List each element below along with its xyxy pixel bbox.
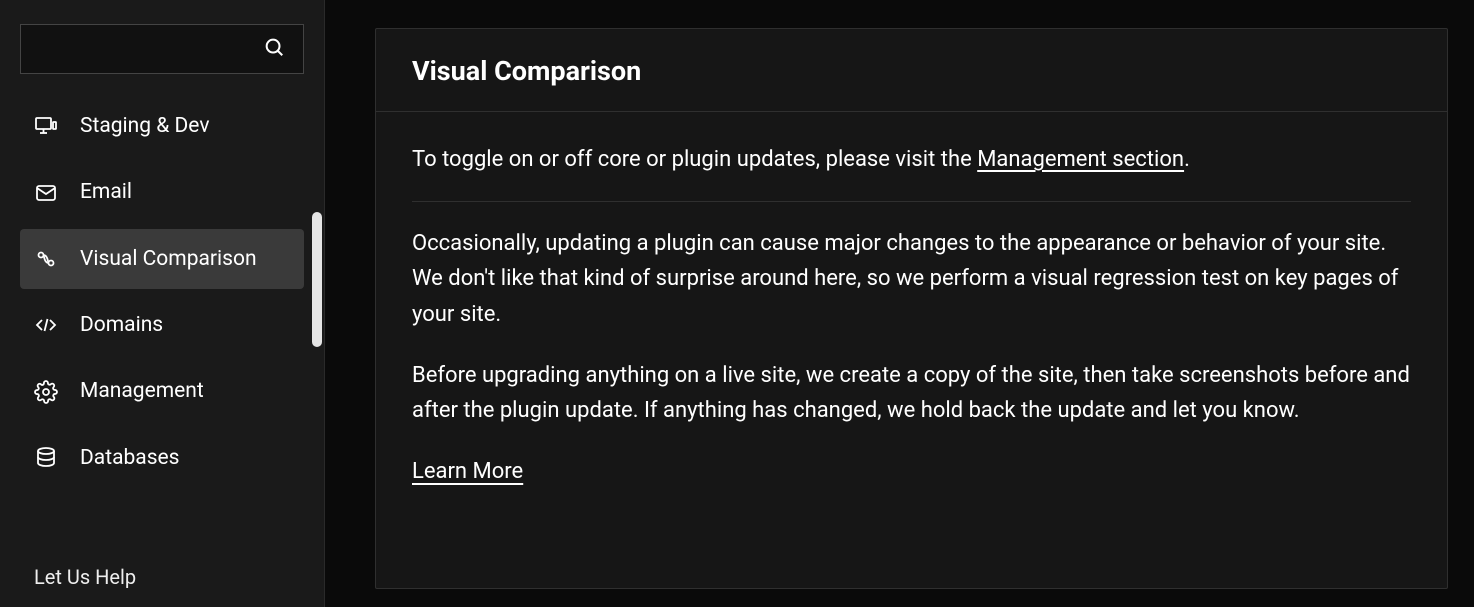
scrollbar-thumb[interactable] xyxy=(312,212,322,347)
page-title: Visual Comparison xyxy=(412,55,1411,87)
sidebar-item-visual-comparison[interactable]: Visual Comparison xyxy=(20,229,304,289)
sidebar-item-label: Management xyxy=(80,377,204,405)
sidebar-nav: Staging & Dev Email Visual Compariso xyxy=(20,96,304,488)
sidebar-item-staging-dev[interactable]: Staging & Dev xyxy=(20,96,304,156)
sidebar-item-label: Domains xyxy=(80,311,163,339)
main-content: Visual Comparison To toggle on or off co… xyxy=(325,0,1474,607)
mail-icon xyxy=(34,181,58,205)
footer-label: Let Us Help xyxy=(34,565,136,589)
intro-prefix: To toggle on or off core or plugin updat… xyxy=(412,147,977,172)
card-header: Visual Comparison xyxy=(376,29,1447,112)
sidebar-item-label: Visual Comparison xyxy=(80,245,257,273)
sidebar-item-email[interactable]: Email xyxy=(20,162,304,222)
monitor-icon xyxy=(34,114,58,138)
sidebar-item-management[interactable]: Management xyxy=(20,361,304,421)
sidebar-item-databases[interactable]: Databases xyxy=(20,428,304,488)
intro-text: To toggle on or off core or plugin updat… xyxy=(412,142,1411,202)
paragraph-1: Occasionally, updating a plugin can caus… xyxy=(412,226,1411,332)
management-section-link[interactable]: Management section xyxy=(977,147,1184,172)
compare-icon xyxy=(34,247,58,271)
search-input[interactable] xyxy=(20,24,304,74)
sidebar: Staging & Dev Email Visual Compariso xyxy=(0,0,325,607)
sidebar-footer-let-us-help[interactable]: Let Us Help xyxy=(20,565,304,607)
sidebar-item-domains[interactable]: Domains xyxy=(20,295,304,355)
gear-icon xyxy=(34,380,58,404)
paragraph-2: Before upgrading anything on a live site… xyxy=(412,358,1411,428)
intro-suffix: . xyxy=(1184,147,1190,172)
sidebar-item-label: Databases xyxy=(80,444,180,472)
learn-more-link[interactable]: Learn More xyxy=(412,454,523,489)
card-body: To toggle on or off core or plugin updat… xyxy=(376,112,1447,513)
sidebar-item-label: Staging & Dev xyxy=(80,112,210,140)
sidebar-item-label: Email xyxy=(80,178,132,206)
code-icon xyxy=(34,313,58,337)
content-card: Visual Comparison To toggle on or off co… xyxy=(375,28,1448,589)
database-icon xyxy=(34,446,58,470)
search-icon xyxy=(263,36,285,62)
